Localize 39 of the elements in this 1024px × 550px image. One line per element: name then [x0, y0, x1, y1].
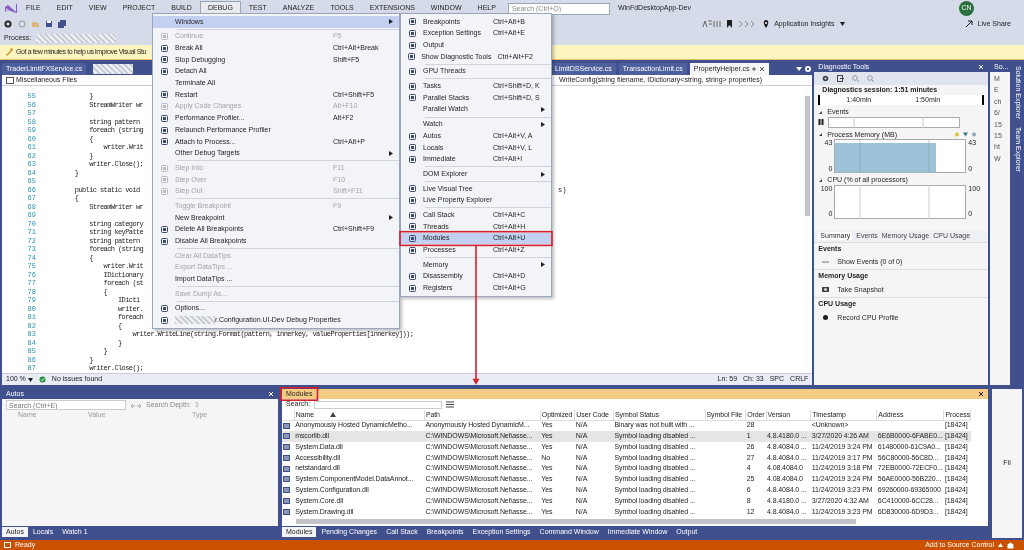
check-icon: [38, 376, 46, 383]
bookmark-icon[interactable]: [727, 20, 734, 28]
status-icon: [4, 542, 11, 548]
file-scope-icon: [6, 76, 14, 84]
submenu-arrow-icon: [389, 150, 393, 156]
module-icon: [283, 433, 290, 440]
share-icon[interactable]: [964, 20, 973, 28]
scrollbar[interactable]: [296, 519, 856, 524]
logo-icon: [4, 3, 18, 14]
record-icon: [822, 314, 830, 322]
collapse-icon[interactable]: [818, 110, 824, 116]
submenu-arrow-icon: [541, 262, 545, 268]
wand-icon: [5, 48, 13, 56]
pause-icon[interactable]: [818, 119, 825, 126]
save-all-icon[interactable]: [58, 20, 67, 28]
save-icon[interactable]: [45, 20, 53, 28]
marker-legend-icon: [954, 132, 978, 138]
collapse-icon[interactable]: [818, 177, 824, 183]
redacted-text: [175, 316, 215, 325]
submenu-arrow-icon: [389, 19, 393, 25]
back-icon[interactable]: [4, 20, 13, 28]
close-icon[interactable]: [978, 391, 984, 397]
filter-icon[interactable]: [446, 401, 455, 408]
search-field[interactable]: [314, 400, 443, 409]
submenu-arrow-icon: [541, 107, 545, 113]
caret-icon[interactable]: [27, 377, 33, 382]
collapse-icon[interactable]: [818, 132, 824, 138]
submenu-arrow-icon: [541, 171, 545, 177]
settings-icon[interactable]: [822, 75, 830, 82]
scrollbar[interactable]: [805, 96, 811, 216]
close-icon[interactable]: [759, 66, 766, 72]
caret-icon[interactable]: [839, 22, 845, 26]
dropdown-icon[interactable]: [795, 65, 804, 73]
camera-icon: [822, 286, 830, 294]
submenu-arrow-icon: [541, 121, 545, 127]
export-icon[interactable]: [837, 75, 845, 82]
events-icon: [822, 258, 830, 266]
alignment-icon[interactable]: [702, 20, 723, 28]
submenu-arrow-icon: [389, 215, 393, 221]
